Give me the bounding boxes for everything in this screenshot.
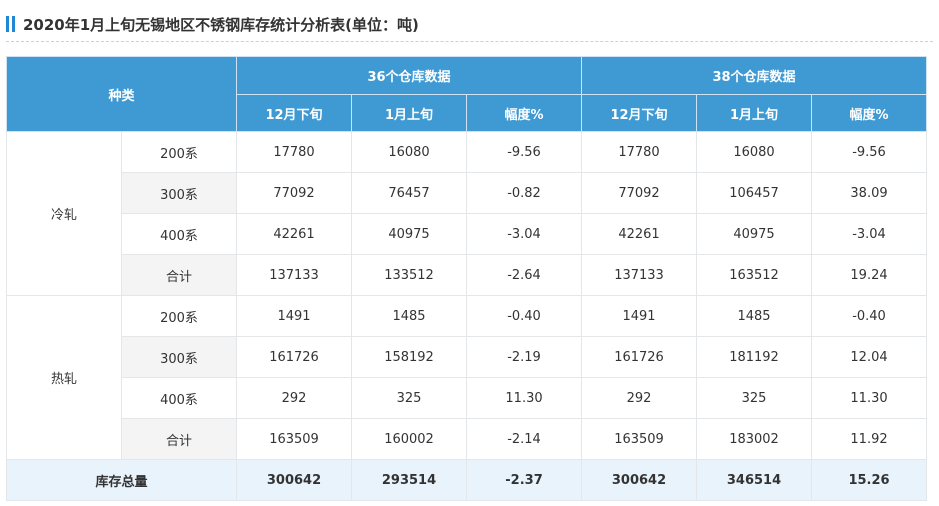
cell: 19.24 xyxy=(811,254,928,296)
table-row: 400系 42261 40975 -3.04 42261 40975 -3.04 xyxy=(7,213,928,255)
row-label: 200系 xyxy=(120,295,238,337)
cell: 42261 xyxy=(581,213,698,255)
cell: 40975 xyxy=(696,213,813,255)
cell: 163509 xyxy=(581,418,698,460)
total-label: 库存总量 xyxy=(5,459,238,501)
table-row: 合计 163509 160002 -2.14 163509 183002 11.… xyxy=(7,418,928,460)
category-cold-rolled: 冷轧 xyxy=(6,131,122,296)
header-pct-38: 幅度% xyxy=(811,94,928,132)
header-prev-36: 12月下旬 xyxy=(236,94,353,132)
cell: 325 xyxy=(696,377,813,419)
cell: 11.30 xyxy=(811,377,928,419)
cell: 16080 xyxy=(351,131,468,173)
header-group-36: 36个仓库数据 xyxy=(236,56,583,95)
cell: -3.04 xyxy=(811,213,928,255)
row-label: 400系 xyxy=(120,213,238,255)
row-label: 400系 xyxy=(120,377,238,419)
page-title: 2020年1月上旬无锡地区不锈钢库存统计分析表(单位：吨) xyxy=(23,15,419,34)
category-hot-rolled: 热轧 xyxy=(6,295,122,460)
cell: 11.92 xyxy=(811,418,928,460)
table-row: 热轧 200系 1491 1485 -0.40 1491 1485 -0.40 xyxy=(6,295,928,460)
cell: 300642 xyxy=(236,459,353,501)
header-prev-38: 12月下旬 xyxy=(581,94,698,132)
inventory-table: 种类 36个仓库数据 38个仓库数据 12月下旬 1月上旬 幅度% 12月下旬 … xyxy=(5,56,928,501)
cell: 292 xyxy=(236,377,353,419)
cell: 1491 xyxy=(236,295,353,337)
cell: 1491 xyxy=(581,295,698,337)
cell: 137133 xyxy=(236,254,353,296)
cell: -2.37 xyxy=(466,459,583,501)
total-row: 库存总量 300642 293514 -2.37 300642 346514 1… xyxy=(5,459,928,501)
cell: -9.56 xyxy=(811,131,928,173)
cell: 77092 xyxy=(581,172,698,214)
cell: 1485 xyxy=(351,295,468,337)
cell: 183002 xyxy=(696,418,813,460)
header-curr-38: 1月上旬 xyxy=(696,94,813,132)
cell: 17780 xyxy=(236,131,353,173)
cell: 17780 xyxy=(581,131,698,173)
cell: 16080 xyxy=(696,131,813,173)
cell: -9.56 xyxy=(466,131,583,173)
header-pct-36: 幅度% xyxy=(466,94,583,132)
cell: -0.82 xyxy=(466,172,583,214)
row-label: 200系 xyxy=(120,131,238,173)
table-row: 冷轧 200系 17780 16080 -9.56 17780 16080 -9… xyxy=(6,131,928,296)
header-group-38: 38个仓库数据 xyxy=(581,56,928,95)
cell: 11.30 xyxy=(466,377,583,419)
cell: -2.14 xyxy=(466,418,583,460)
cell: -0.40 xyxy=(466,295,583,337)
row-label: 300系 xyxy=(120,336,238,378)
cell: 161726 xyxy=(236,336,353,378)
cell: -3.04 xyxy=(466,213,583,255)
row-label: 合计 xyxy=(120,254,238,296)
cell: 1485 xyxy=(696,295,813,337)
cell: 161726 xyxy=(581,336,698,378)
table-row: 400系 292 325 11.30 292 325 11.30 xyxy=(7,377,928,419)
table-row: 300系 161726 158192 -2.19 161726 181192 1… xyxy=(7,336,928,378)
title-marker-icon xyxy=(6,16,15,32)
row-label: 300系 xyxy=(120,172,238,214)
header-kind: 种类 xyxy=(5,56,238,132)
cell: 133512 xyxy=(351,254,468,296)
cell: 12.04 xyxy=(811,336,928,378)
table-row: 合计 137133 133512 -2.64 137133 163512 19.… xyxy=(7,254,928,296)
cell: 137133 xyxy=(581,254,698,296)
cell: 325 xyxy=(351,377,468,419)
cell: 181192 xyxy=(696,336,813,378)
cell: 76457 xyxy=(351,172,468,214)
row-label: 合计 xyxy=(120,418,238,460)
cell: 42261 xyxy=(236,213,353,255)
title-bar: 2020年1月上旬无锡地区不锈钢库存统计分析表(单位：吨) xyxy=(6,6,419,42)
cell: 158192 xyxy=(351,336,468,378)
cell: 15.26 xyxy=(811,459,928,501)
cell: -2.19 xyxy=(466,336,583,378)
cell: 300642 xyxy=(581,459,698,501)
header-curr-36: 1月上旬 xyxy=(351,94,468,132)
cell: 77092 xyxy=(236,172,353,214)
cell: -0.40 xyxy=(811,295,928,337)
cell: 163512 xyxy=(696,254,813,296)
title-divider xyxy=(6,41,933,42)
cell: 346514 xyxy=(696,459,813,501)
cell: 40975 xyxy=(351,213,468,255)
cell: 293514 xyxy=(351,459,468,501)
cell: 38.09 xyxy=(811,172,928,214)
cell: 106457 xyxy=(696,172,813,214)
cell: 160002 xyxy=(351,418,468,460)
cell: -2.64 xyxy=(466,254,583,296)
cell: 163509 xyxy=(236,418,353,460)
table-row: 300系 77092 76457 -0.82 77092 106457 38.0… xyxy=(7,172,928,214)
cell: 292 xyxy=(581,377,698,419)
